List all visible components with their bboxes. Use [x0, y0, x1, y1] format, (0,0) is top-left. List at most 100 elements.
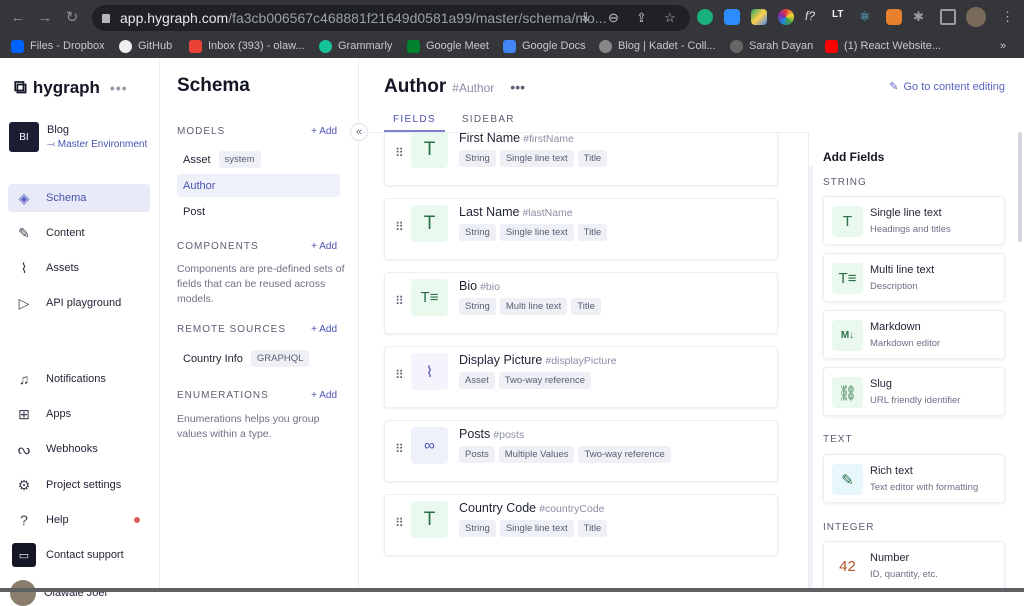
- bookmarks-overflow[interactable]: »: [1000, 40, 1006, 52]
- model-item-post[interactable]: Post: [177, 200, 340, 223]
- paperclip-icon: ⌇: [20, 259, 28, 276]
- edit-icon: ✎: [889, 81, 899, 93]
- add-component-button[interactable]: + Add: [311, 241, 337, 252]
- components-description: Components are pre-defined sets of field…: [177, 263, 345, 305]
- model-item-author[interactable]: Author: [177, 174, 340, 197]
- drag-handle-icon[interactable]: ⠿: [395, 443, 404, 455]
- text-type-icon: T: [411, 501, 448, 538]
- environment-link[interactable]: ⤙ Master Environment: [47, 139, 147, 150]
- zoom-out-icon[interactable]: ⊖: [608, 10, 619, 26]
- field-card[interactable]: ⠿ T First Name #firstName String Single li…: [384, 132, 778, 186]
- sidebar-item-api-playground[interactable]: ▷ API playground: [8, 289, 150, 317]
- extensions-icon[interactable]: ✱: [913, 9, 929, 25]
- profile-avatar[interactable]: [966, 7, 986, 27]
- window-edge: [0, 588, 1024, 592]
- sidebar-item-help[interactable]: ? Help: [8, 506, 150, 534]
- add-enumeration-button[interactable]: + Add: [311, 390, 337, 401]
- add-remote-source-button[interactable]: + Add: [311, 324, 337, 335]
- react-ext-icon[interactable]: ⚛: [859, 9, 875, 25]
- remote-source-item[interactable]: Country Info GRAPHQL: [177, 347, 340, 370]
- branch-icon: ⤙: [47, 139, 58, 150]
- sidebar-item-project-settings[interactable]: ⚙ Project settings: [8, 471, 150, 499]
- bookmark[interactable]: (1) React Website...: [825, 39, 941, 53]
- more-icon[interactable]: •••: [110, 80, 128, 96]
- brand-logo[interactable]: ⧉ hygraph •••: [14, 77, 128, 98]
- field-name: First Name: [459, 132, 521, 145]
- bookmark[interactable]: Grammarly: [319, 39, 392, 53]
- field-card[interactable]: ⠿ ⌇ Display Picture #displayPicture Asset…: [384, 346, 778, 408]
- lock-icon: [102, 13, 110, 23]
- field-card[interactable]: ⠿ T≡ Bio #bio String Multi line text Title: [384, 272, 778, 334]
- graphql-badge: GRAPHQL: [250, 350, 310, 367]
- bookmark[interactable]: GitHub: [119, 39, 172, 53]
- markdown-icon: M↓: [832, 320, 863, 351]
- apps-icon: ⊞: [18, 405, 30, 422]
- field-api-id: #lastName: [522, 207, 573, 219]
- sidepanel-icon[interactable]: [940, 9, 956, 25]
- section-header-text: TEXT: [823, 434, 853, 445]
- bookmark[interactable]: Sarah Dayan: [730, 39, 813, 53]
- components-header: COMPONENTS + Add: [177, 241, 337, 252]
- drag-handle-icon[interactable]: ⠿: [395, 147, 404, 159]
- address-bar[interactable]: app.hygraph.com /fa3cb006567c468881f2164…: [92, 5, 690, 31]
- schema-panel: Schema MODELS + Add Asset system Author Po…: [160, 58, 359, 592]
- drive-ext-icon[interactable]: [751, 9, 767, 25]
- tab-fields[interactable]: FIELDS: [384, 110, 445, 132]
- drag-handle-icon[interactable]: ⠿: [395, 295, 404, 307]
- model-more-icon[interactable]: •••: [510, 79, 525, 95]
- dropbox-icon: [11, 39, 24, 53]
- field-name: Last Name: [459, 205, 520, 219]
- sidebar-item-notifications[interactable]: ♫ Notifications: [8, 365, 150, 393]
- fquery-ext-icon[interactable]: f?: [805, 9, 821, 25]
- field-api-id: #displayPicture: [545, 355, 617, 367]
- bookmark[interactable]: Inbox (393) - olaw...: [189, 39, 305, 53]
- project-name: Blog: [47, 124, 70, 136]
- forward-icon[interactable]: →: [33, 9, 57, 26]
- reload-icon[interactable]: ↻: [60, 8, 84, 26]
- install-icon[interactable]: ⇩: [580, 10, 591, 26]
- add-model-button[interactable]: + Add: [311, 126, 337, 137]
- field-card[interactable]: ⠿ T Last Name #lastName String Single line…: [384, 198, 778, 260]
- sidebar-item-contact-support[interactable]: ▭ Contact support: [8, 541, 150, 569]
- metamask-ext-icon[interactable]: [886, 9, 902, 25]
- field-card[interactable]: ⠿ T Country Code #countryCode String Singl…: [384, 494, 778, 556]
- star-icon[interactable]: ☆: [664, 10, 676, 26]
- share-icon[interactable]: ⇪: [636, 10, 647, 26]
- menu-icon[interactable]: ⋮: [1001, 9, 1017, 25]
- sidebar-item-content[interactable]: ✎ Content: [8, 219, 150, 247]
- sidebar-item-schema[interactable]: ◈ Schema: [8, 184, 150, 212]
- bookmark[interactable]: Google Docs: [503, 39, 586, 53]
- zoom-ext-icon[interactable]: [724, 9, 740, 25]
- sidebar-item-apps[interactable]: ⊞ Apps: [8, 400, 150, 428]
- enumerations-description: Enumerations helps you group values with…: [177, 413, 320, 440]
- drag-handle-icon[interactable]: ⠿: [395, 221, 404, 233]
- enumerations-header: ENUMERATIONS + Add: [177, 390, 337, 401]
- project-switcher[interactable]: BI Blog ⤙ Master Environment: [9, 122, 147, 152]
- scrollbar[interactable]: [1018, 132, 1022, 242]
- bookmark[interactable]: Blog | Kadet - Coll...: [599, 39, 716, 53]
- field-type-number[interactable]: 42 Number ID, quantity, etc.: [823, 541, 1005, 590]
- go-to-content-editing-link[interactable]: ✎ Go to content editing: [889, 80, 1005, 94]
- field-type-slug[interactable]: ⛓ Slug URL friendly identifier: [823, 367, 1005, 416]
- field-card[interactable]: ⠿ ∞ Posts #posts Posts Multiple Values Two-…: [384, 420, 778, 482]
- browser-toolbar: ← → ↻ app.hygraph.com /fa3cb006567c46888…: [0, 0, 1024, 34]
- field-type-single-line-text[interactable]: T Single line text Headings and titles: [823, 196, 1005, 245]
- color-ext-icon[interactable]: [778, 9, 794, 25]
- bookmark[interactable]: Google Meet: [407, 39, 489, 53]
- tab-sidebar[interactable]: SIDEBAR: [453, 110, 524, 132]
- model-item-asset[interactable]: Asset system: [177, 148, 340, 171]
- user-menu[interactable]: Olawale Joel: [10, 580, 107, 606]
- back-icon[interactable]: ←: [6, 9, 30, 26]
- lt-ext-icon[interactable]: LT: [832, 9, 848, 25]
- schema-title: Schema: [177, 75, 250, 96]
- drag-handle-icon[interactable]: ⠿: [395, 369, 404, 381]
- sidebar-item-assets[interactable]: ⌇ Assets: [8, 254, 150, 282]
- field-type-multi-line-text[interactable]: T≡ Multi line text Description: [823, 253, 1005, 302]
- drag-handle-icon[interactable]: ⠿: [395, 517, 404, 529]
- grammarly-ext-icon[interactable]: [697, 9, 713, 25]
- field-type-rich-text[interactable]: ✎ Rich text Text editor with formatting: [823, 454, 1005, 503]
- bookmark[interactable]: Files - Dropbox: [11, 39, 105, 53]
- field-type-markdown[interactable]: M↓ Markdown Markdown editor: [823, 310, 1005, 359]
- sidebar-item-webhooks[interactable]: ᔓ Webhooks: [8, 435, 150, 463]
- gear-icon: ⚙: [17, 476, 31, 493]
